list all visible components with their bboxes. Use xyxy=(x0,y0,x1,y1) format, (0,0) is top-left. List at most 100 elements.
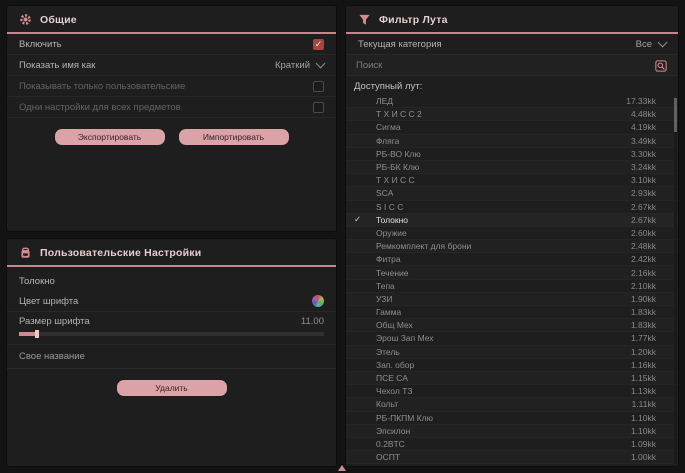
chevron-down-icon xyxy=(316,59,326,69)
resize-handle-icon[interactable] xyxy=(338,465,346,471)
same-settings-row: Одни настройки для всех предметов xyxy=(7,97,336,118)
general-buttons: Экспортировать Импортировать xyxy=(7,129,336,145)
loot-name: Чехол ТЗ xyxy=(354,386,412,396)
loot-row[interactable]: Тепа 2.10kk xyxy=(346,280,678,293)
loot-row[interactable]: Течение 2.16kk xyxy=(346,266,678,279)
scrollbar-thumb[interactable] xyxy=(674,98,677,132)
available-loot-label: Доступный лут: xyxy=(346,76,678,95)
loot-row[interactable]: РБ-ПКПМ Клю 1.10kk xyxy=(346,412,678,425)
font-size-slider[interactable] xyxy=(19,332,324,336)
font-color-row: Цвет шрифта xyxy=(7,291,336,312)
loot-row[interactable]: ПСЕ СА 1.15kk xyxy=(346,372,678,385)
loot-row[interactable]: Гамма 1.83kk xyxy=(346,306,678,319)
loot-row[interactable]: Фляга 3.49kk xyxy=(346,135,678,148)
category-select[interactable]: Все xyxy=(636,39,666,50)
font-size-value: 11.00 xyxy=(301,316,324,327)
loot-name: РБ-БК Клю xyxy=(354,162,419,172)
color-wheel-icon[interactable] xyxy=(312,295,324,307)
loot-row[interactable]: РБ-ВО Клю 3.30kk xyxy=(346,148,678,161)
funnel-icon xyxy=(358,13,371,26)
font-size-slider-thumb[interactable] xyxy=(35,330,39,338)
enable-label: Включить xyxy=(19,39,62,50)
loot-row[interactable]: Ремкомплект для брони 2.48kk xyxy=(346,240,678,253)
search-bar[interactable]: Поиск xyxy=(346,55,678,76)
loot-row[interactable]: Т Х И С С 3.10kk xyxy=(346,174,678,187)
loot-value: 1.83kk xyxy=(631,307,656,317)
loot-name: Т Х И С С xyxy=(354,175,415,185)
loot-name: Фляга xyxy=(354,136,399,146)
category-value: Все xyxy=(636,39,652,50)
loot-name: Оружие xyxy=(354,228,407,238)
custom-panel-header: Пользовательские Настройки xyxy=(7,239,336,267)
only-custom-checkbox[interactable] xyxy=(313,81,324,92)
loot-name: Эрош Зап Мех xyxy=(354,333,434,343)
loot-row[interactable]: ЛЕД 17.33kk xyxy=(346,95,678,108)
font-color-label: Цвет шрифта xyxy=(19,296,78,307)
filter-panel-title: Фильтр Лута xyxy=(379,14,448,26)
loot-value: 1.90kk xyxy=(631,294,656,304)
loot-row[interactable]: S I C C 2.67kk xyxy=(346,201,678,214)
loot-name: Ремкомплект для брони xyxy=(354,241,471,251)
name-mode-value: Краткий xyxy=(275,60,310,71)
filter-panel-header: Фильтр Лута xyxy=(346,6,678,34)
general-panel: Общие Включить ✓ Показать имя как Кратки… xyxy=(6,5,337,232)
loot-row[interactable]: Этель 1.20kk xyxy=(346,346,678,359)
loot-value: 3.49kk xyxy=(631,136,656,146)
import-button[interactable]: Импортировать xyxy=(179,129,289,145)
backpack-icon xyxy=(19,246,32,259)
loot-name: ОСПТ xyxy=(354,452,400,462)
name-mode-select[interactable]: Краткий xyxy=(275,60,324,71)
custom-name-input[interactable] xyxy=(7,345,336,369)
loot-value: 1.15kk xyxy=(631,373,656,383)
loot-row[interactable]: ✓ Толокно 2.67kk xyxy=(346,214,678,227)
font-size-label: Размер шрифта xyxy=(19,316,90,327)
search-icon[interactable] xyxy=(655,59,668,72)
loot-row[interactable]: Фитра 2.42kk xyxy=(346,253,678,266)
delete-button[interactable]: Удалить xyxy=(117,380,227,396)
loot-value: 1.13kk xyxy=(631,386,656,396)
gear-icon xyxy=(19,13,32,26)
loot-row[interactable]: УЗИ 1.90kk xyxy=(346,293,678,306)
loot-row[interactable]: Зап. обор 1.16kk xyxy=(346,359,678,372)
loot-name: Т Х И С С 2 xyxy=(354,109,422,119)
enable-checkbox[interactable]: ✓ xyxy=(313,39,324,50)
loot-name: Зап. обор xyxy=(354,360,414,370)
loot-name: РБ-ПКПМ Клю xyxy=(354,413,433,423)
loot-value: 3.30kk xyxy=(631,149,656,159)
export-button[interactable]: Экспортировать xyxy=(55,129,165,145)
loot-name: Гамма xyxy=(354,307,401,317)
search-input[interactable]: Поиск xyxy=(356,60,382,71)
category-row: Текущая категория Все xyxy=(346,34,678,55)
loot-row[interactable]: Оружие 2.60kk xyxy=(346,227,678,240)
loot-row[interactable]: ОСПТ 1.00kk xyxy=(346,451,678,464)
loot-value: 1.20kk xyxy=(631,347,656,357)
name-mode-row: Показать имя как Краткий xyxy=(7,55,336,76)
loot-row[interactable]: Сигма 4.19kk xyxy=(346,121,678,134)
loot-row[interactable]: РБ-БК Клю 3.24kk xyxy=(346,161,678,174)
loot-row[interactable]: Т Х И С С 2 4.48kk xyxy=(346,108,678,121)
loot-name: Фитра xyxy=(354,254,401,264)
loot-value: 2.60kk xyxy=(631,228,656,238)
same-settings-checkbox[interactable] xyxy=(313,102,324,113)
loot-name: Тепа xyxy=(354,281,395,291)
name-mode-label: Показать имя как xyxy=(19,60,95,71)
loot-row[interactable]: Эрош Зап Мех 1.77kk xyxy=(346,332,678,345)
loot-value: 4.19kk xyxy=(631,122,656,132)
category-label: Текущая категория xyxy=(358,39,442,50)
loot-value: 2.48kk xyxy=(631,241,656,251)
loot-value: 1.10kk xyxy=(631,426,656,436)
loot-value: 1.16kk xyxy=(631,360,656,370)
selected-item-label: Толокно xyxy=(7,267,336,291)
loot-row[interactable]: SCA 2.93kk xyxy=(346,187,678,200)
loot-name: РБ-ВО Клю xyxy=(354,149,421,159)
loot-row[interactable]: Чехол ТЗ 1.13kk xyxy=(346,385,678,398)
enable-row: Включить ✓ xyxy=(7,34,336,55)
loot-row[interactable]: Кольт 1.11kk xyxy=(346,398,678,411)
loot-list-scrollbar[interactable] xyxy=(674,98,677,464)
general-panel-header: Общие xyxy=(7,6,336,34)
loot-list: ЛЕД 17.33kk Т Х И С С 2 4.48kk Сигма 4.1… xyxy=(346,95,678,464)
loot-row[interactable]: 0.2BTC 1.09kk xyxy=(346,438,678,451)
loot-row[interactable]: Общ Мех 1.83kk xyxy=(346,319,678,332)
loot-row[interactable]: Эпсилон 1.10kk xyxy=(346,425,678,438)
loot-value: 1.10kk xyxy=(631,413,656,423)
